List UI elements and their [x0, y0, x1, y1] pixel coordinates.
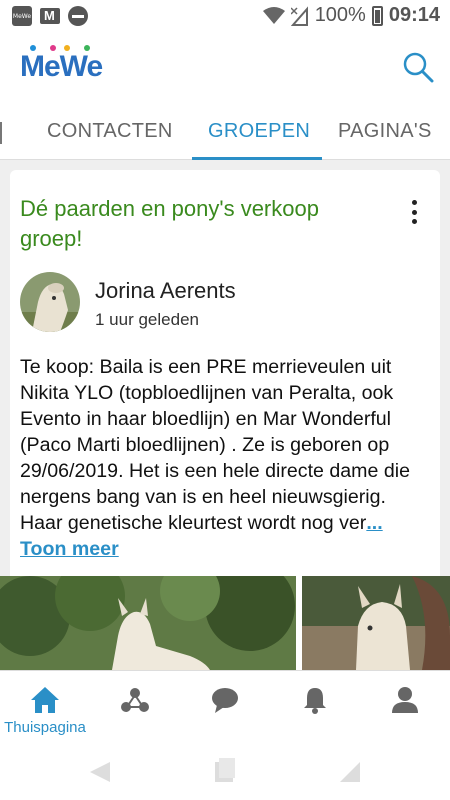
- author-name[interactable]: Jorina Aerents: [95, 278, 236, 304]
- nav-notifications[interactable]: [270, 671, 360, 741]
- notification-icons: MeWe: [12, 6, 88, 26]
- system-indicators: 100% 09:14: [262, 4, 440, 27]
- post-text: Te koop: Baila is een PRE merrieveulen u…: [20, 356, 410, 534]
- back-icon[interactable]: [88, 760, 112, 784]
- battery-icon: [371, 5, 383, 26]
- do-not-disturb-icon: [68, 6, 88, 26]
- status-bar: MeWe 100% 09:14: [0, 0, 450, 32]
- tab-previous-edge[interactable]: [0, 122, 2, 144]
- app-header: MeWe: [0, 32, 450, 104]
- battery-percentage: 100%: [314, 4, 366, 26]
- bottom-navigation: Thuispagina: [0, 670, 450, 740]
- avatar[interactable]: [20, 272, 80, 332]
- more-options-icon[interactable]: [412, 200, 418, 224]
- tab-paginas[interactable]: PAGINA'S: [338, 120, 432, 143]
- home-button-icon[interactable]: [213, 758, 237, 784]
- group-title[interactable]: Dé paarden en pony's verkoop groep!: [20, 194, 380, 254]
- nav-home-label: Thuispagina: [4, 719, 86, 736]
- clock: 09:14: [388, 4, 440, 26]
- avatar-image: [20, 272, 80, 332]
- recents-icon[interactable]: [338, 760, 362, 784]
- post-time: 1 uur geleden: [95, 310, 199, 329]
- mewe-logo[interactable]: MeWe: [20, 50, 103, 84]
- profile-icon: [392, 687, 418, 713]
- tab-contacten[interactable]: CONTACTEN: [47, 120, 173, 143]
- system-navigation-bar: [0, 740, 450, 800]
- active-tab-indicator: [192, 157, 322, 160]
- post-text-block: Te koop: Baila is een PRE merrieveulen u…: [20, 354, 432, 562]
- chat-icon: [212, 688, 238, 713]
- nav-home[interactable]: Thuispagina: [0, 671, 90, 741]
- wifi-icon: [262, 6, 285, 24]
- tab-bar: CONTACTEN GROEPEN PAGINA'S: [0, 104, 450, 160]
- post-photo[interactable]: [302, 576, 450, 670]
- nav-profile[interactable]: [360, 671, 450, 741]
- nav-chat[interactable]: [180, 671, 270, 741]
- mewe-app-icon: MeWe: [12, 6, 32, 26]
- nav-groups[interactable]: [90, 671, 180, 741]
- groups-icon: [121, 688, 149, 712]
- horse-photo-left: [0, 576, 296, 670]
- search-icon[interactable]: [402, 51, 434, 83]
- tab-groepen[interactable]: GROEPEN: [208, 120, 310, 143]
- mail-icon: [40, 8, 60, 24]
- horse-photo-right: [302, 576, 450, 670]
- signal-icon: [290, 5, 308, 26]
- post-photo[interactable]: [0, 576, 296, 670]
- home-icon: [31, 687, 59, 713]
- bell-icon: [304, 688, 326, 714]
